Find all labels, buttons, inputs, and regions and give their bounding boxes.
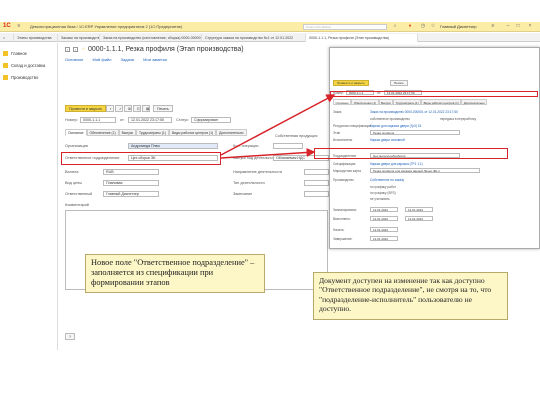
annotation-arrows (220, 94, 336, 159)
arrow-to-popup-tabs (220, 94, 336, 156)
arrow-to-popup-department (220, 147, 316, 159)
callout-document-access: Документ доступен на изменение так как д… (313, 272, 508, 320)
